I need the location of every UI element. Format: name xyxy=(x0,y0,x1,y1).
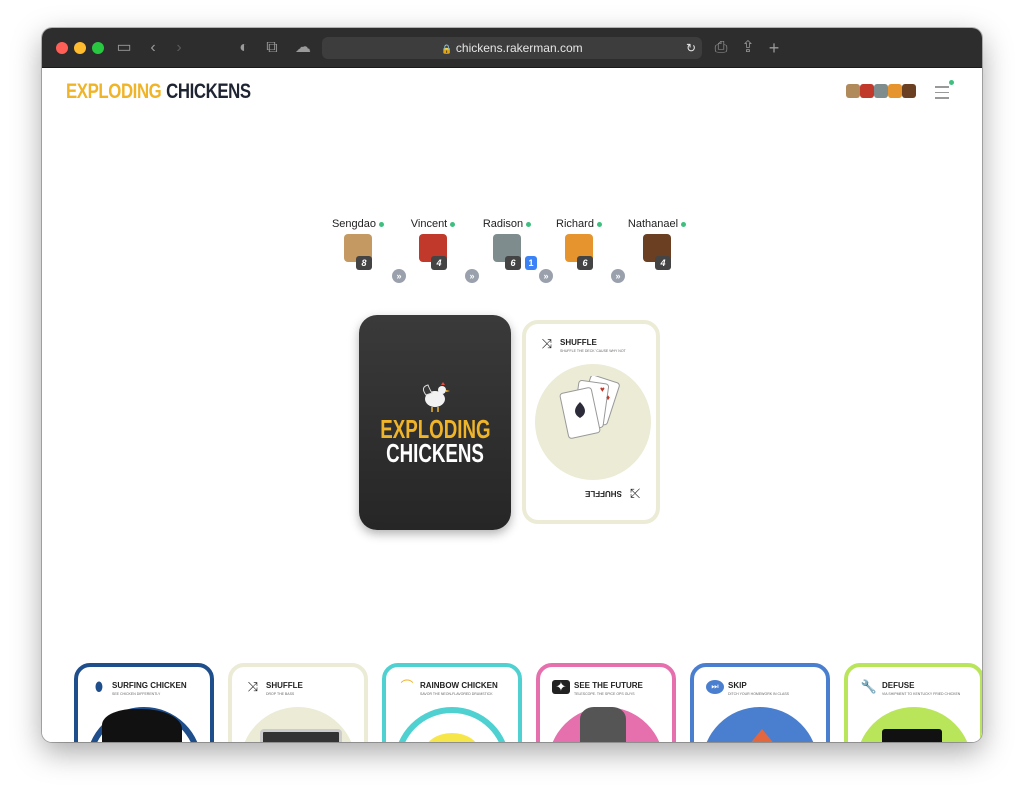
pug-avatar: 8 xyxy=(344,234,372,270)
player-name: Vincent xyxy=(393,218,473,230)
back-icon[interactable]: ‹ xyxy=(146,38,160,58)
hand-card-surfing-chicken[interactable]: ⬮ SURFING CHICKEN SEE CHICKEN DIFFERENTL… xyxy=(74,663,214,742)
logo-exploding: EXPLODING xyxy=(66,80,162,103)
print-icon[interactable]: ⎙ xyxy=(712,38,730,58)
chicken-silhouette xyxy=(102,709,182,742)
telescope-icon: ✦ xyxy=(552,680,570,694)
browser-toolbar: ▭ ‹ › ◐ ⧉ ☁ 🔒 chickens.rakerman.com ↻ ⎙ … xyxy=(42,28,982,68)
hand-card-skip[interactable]: ⏭ SKIP DITCH YOUR HOMEWORK IN CLASS xyxy=(690,663,830,742)
lock-icon: 🔒 xyxy=(441,44,453,54)
cloud-icon[interactable]: ☁ xyxy=(294,38,312,58)
card-subtitle: TELESCOPE. THE SPICE OPS GUYS xyxy=(574,692,635,696)
surfboard-icon: ⬮ xyxy=(94,679,104,694)
rainbow-icon: ⌒ xyxy=(400,679,414,694)
discard-pile-card[interactable]: ⤨ SHUFFLE SHUFFLE THE DECK 'CAUSE WHY NO… xyxy=(522,320,660,524)
hand-card-see-the-future[interactable]: ✦ SEE THE FUTURE TELESCOPE. THE SPICE OP… xyxy=(536,663,676,742)
reload-icon[interactable]: ↻ xyxy=(686,37,696,59)
skip-icon: ⏭ xyxy=(706,680,724,694)
hand-card-defuse[interactable]: 🔧 DEFUSE VIA SHIPMENT TO KENTUCKY FRIED … xyxy=(844,663,982,742)
card-count: 4 xyxy=(431,256,447,270)
card-count: 6 xyxy=(577,256,593,270)
url-text: chickens.rakerman.com xyxy=(455,41,583,55)
logo-chickens: CHICKENS xyxy=(166,80,251,103)
svg-text:♥: ♥ xyxy=(600,385,605,394)
card-subtitle: VIA SHIPMENT TO KENTUCKY FRIED CHICKEN xyxy=(882,692,961,696)
hamburger-icon[interactable] xyxy=(935,80,954,99)
boombox-icon xyxy=(260,729,342,742)
bull-avatar: 4 xyxy=(419,234,447,270)
playing-cards-icon: ♥ ♦ xyxy=(559,376,620,439)
card-title: DEFUSE xyxy=(882,681,915,690)
card-subtitle: DITCH YOUR HOMEWORK IN CLASS xyxy=(728,692,789,696)
card-title: SKIP xyxy=(728,681,747,690)
page-content: EXPLODING CHICKENS Sengdao 8 » Vincent 4… xyxy=(42,68,982,742)
lion-avatar: 6 xyxy=(565,234,593,270)
wolf-avatar: 6 1 xyxy=(493,234,537,270)
address-bar[interactable]: 🔒 chickens.rakerman.com ↻ xyxy=(322,37,702,59)
share-icon[interactable]: ⇪ xyxy=(740,38,756,58)
card-title-inverted: SHUFFLE xyxy=(585,489,622,498)
player-name: Radison xyxy=(467,218,547,230)
card-title: RAINBOW CHICKEN xyxy=(420,681,498,690)
hand-card-rainbow-chicken[interactable]: ⌒ RAINBOW CHICKEN SAVOR THE NEON-FLAVORE… xyxy=(382,663,522,742)
turn-arrow-icon: » xyxy=(465,269,479,283)
mini-pug-avatar xyxy=(846,84,860,98)
maximize-window-button[interactable] xyxy=(92,42,104,54)
turn-arrow-icon: » xyxy=(392,269,406,283)
browser-window: ▭ ‹ › ◐ ⧉ ☁ 🔒 chickens.rakerman.com ↻ ⎙ … xyxy=(42,28,982,742)
mini-lion-avatar xyxy=(888,84,902,98)
player-name: Nathanael xyxy=(617,218,697,230)
bear-avatar: 4 xyxy=(643,234,671,270)
site-logo[interactable]: EXPLODING CHICKENS xyxy=(66,80,251,104)
turn-arrow-icon: » xyxy=(539,269,553,283)
minimize-window-button[interactable] xyxy=(74,42,86,54)
player-badge: 1 xyxy=(525,256,537,270)
tabs-icon[interactable]: ⧉ xyxy=(264,38,280,58)
spy-silhouette xyxy=(580,707,626,742)
box-shape xyxy=(882,729,942,742)
draw-deck[interactable]: EXPLODING CHICKENS xyxy=(359,315,511,530)
player-vincent: Vincent 4 xyxy=(393,218,473,270)
card-title: SHUFFLE xyxy=(266,681,303,690)
card-subtitle: SHUFFLE THE DECK 'CAUSE WHY NOT xyxy=(560,349,626,353)
card-count: 6 xyxy=(505,256,521,270)
card-subtitle: SEE CHICKEN DIFFERENTLY xyxy=(112,692,161,696)
notification-dot xyxy=(949,80,954,85)
card-subtitle: SAVOR THE NEON-FLAVORED DRUMSTICK xyxy=(420,692,493,696)
svg-text:♦: ♦ xyxy=(606,393,610,402)
player-sengdao: Sengdao 8 xyxy=(318,218,398,270)
turn-arrow-icon: » xyxy=(611,269,625,283)
mini-wolf-avatar xyxy=(874,84,888,98)
card-title: SEE THE FUTURE xyxy=(574,681,643,690)
player-nathanael: Nathanael 4 xyxy=(617,218,697,270)
card-title: SURFING CHICKEN xyxy=(112,681,187,690)
envelope-shape xyxy=(744,729,780,742)
deck-logo-line2: CHICKENS xyxy=(386,438,484,468)
shuffle-icon: ⤨ xyxy=(541,336,553,351)
card-count: 4 xyxy=(655,256,671,270)
card-title: SHUFFLE xyxy=(560,338,597,347)
shuffle-icon: ⤨ xyxy=(247,679,259,694)
player-richard: Richard 6 xyxy=(539,218,619,270)
shield-icon[interactable]: ◐ xyxy=(236,38,252,58)
new-tab-icon[interactable]: + xyxy=(766,38,782,58)
wrench-icon: 🔧 xyxy=(860,679,878,694)
card-count: 8 xyxy=(356,256,372,270)
sidebar-icon[interactable]: ▭ xyxy=(114,38,134,58)
mini-bear-avatar xyxy=(902,84,916,98)
close-window-button[interactable] xyxy=(56,42,68,54)
player-name: Sengdao xyxy=(318,218,398,230)
mini-bull-avatar xyxy=(860,84,874,98)
card-subtitle: DROP THE BASS xyxy=(266,692,295,696)
forward-icon[interactable]: › xyxy=(172,38,186,58)
hand-card-shuffle[interactable]: ⤨ SHUFFLE DROP THE BASS xyxy=(228,663,368,742)
player-name: Richard xyxy=(539,218,619,230)
shuffle-icon: ⤨ xyxy=(629,486,641,501)
player-radison: Radison 6 1 xyxy=(467,218,547,270)
chicken-icon xyxy=(422,382,450,412)
